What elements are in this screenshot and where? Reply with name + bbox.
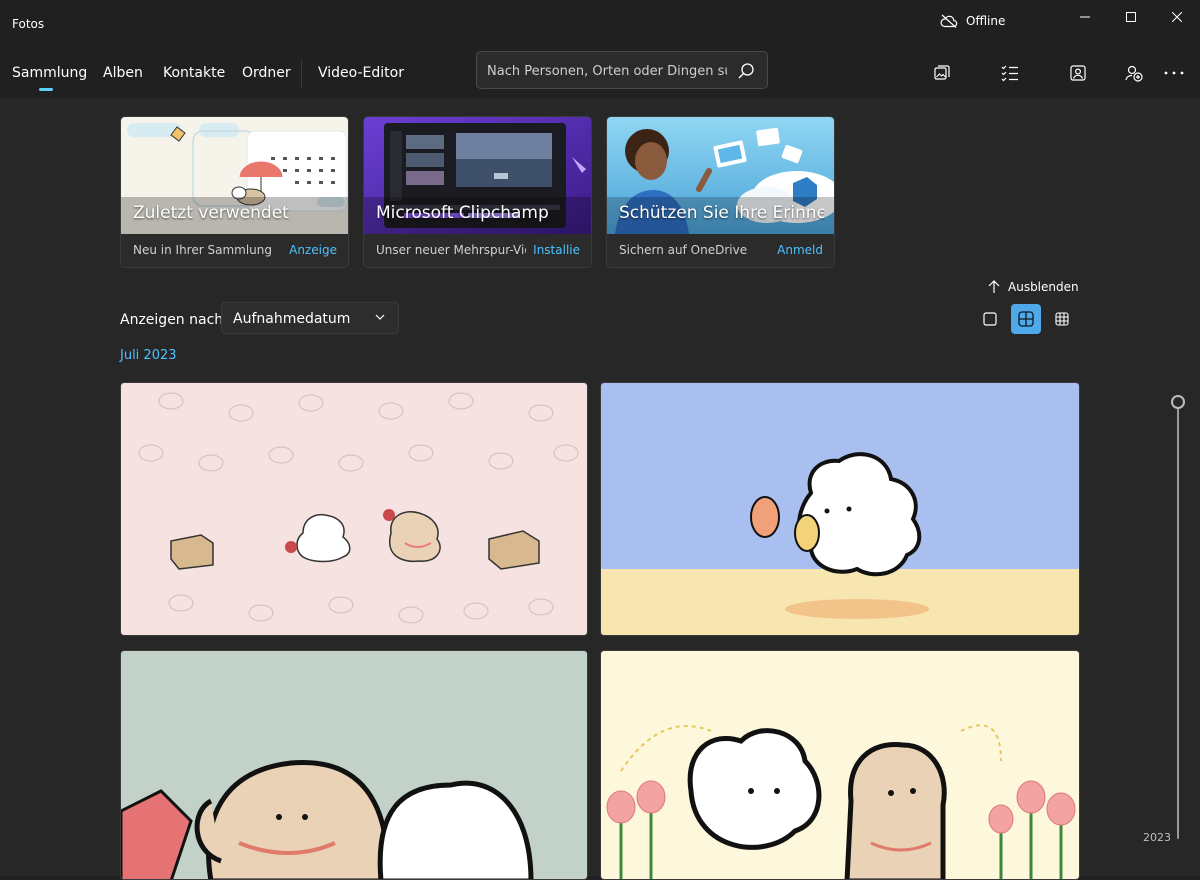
select-icon (1001, 65, 1018, 82)
photo-tile[interactable] (120, 382, 588, 636)
timeline-handle[interactable] (1171, 395, 1185, 409)
photo-image (121, 383, 587, 635)
card-recent[interactable]: Zuletzt verwendet Neu in Ihrer Sammlung … (120, 116, 349, 268)
sort-value: Aufnahmedatum (233, 311, 351, 327)
tab-ordner[interactable]: Ordner (242, 65, 291, 81)
arrow-up-icon (988, 280, 1000, 293)
chevron-down-icon (375, 314, 385, 320)
card-clipchamp[interactable]: Microsoft Clipchamp Unser neuer Mehrspur… (363, 116, 592, 268)
photo-image (601, 383, 1079, 635)
card-onedrive-subtitle: Sichern auf OneDrive (619, 243, 748, 257)
square-icon (983, 312, 997, 326)
view-medium-button[interactable] (1011, 304, 1041, 334)
onedrive-add-icon (1125, 65, 1143, 82)
import-button[interactable] (931, 62, 953, 84)
nav-bar: Sammlung Alben Kontakte Ordner Video-Edi… (0, 48, 1200, 98)
sort-dropdown[interactable]: Aufnahmedatum (221, 302, 399, 334)
card-onedrive[interactable]: Schützen Sie Ihre Erinne... Sichern auf … (606, 116, 835, 268)
import-icon (934, 65, 950, 80)
active-tab-indicator (39, 88, 53, 91)
minimize-button[interactable] (1062, 0, 1108, 34)
card-clipchamp-action[interactable]: Installie (533, 243, 580, 257)
main-content: Zuletzt verwendet Neu in Ihrer Sammlung … (0, 98, 1200, 880)
photo-tile[interactable] (600, 382, 1080, 636)
view-small-button[interactable] (1047, 304, 1077, 334)
photo-tile[interactable] (120, 650, 588, 880)
maximize-icon (1126, 12, 1136, 22)
people-button[interactable] (1067, 62, 1089, 84)
photo-image (121, 651, 587, 879)
card-clipchamp-title: Microsoft Clipchamp (376, 203, 549, 223)
search-box[interactable] (476, 51, 768, 89)
title-bar: Fotos Offline (0, 0, 1200, 48)
tab-kontakte[interactable]: Kontakte (163, 65, 225, 81)
hide-button[interactable]: Ausblenden (988, 280, 1079, 294)
timeline-track[interactable] (1177, 403, 1179, 839)
more-button[interactable] (1163, 62, 1185, 84)
cloud-offline-icon (940, 14, 958, 28)
card-onedrive-title: Schützen Sie Ihre Erinne... (619, 203, 824, 223)
people-icon (1070, 65, 1086, 81)
close-button[interactable] (1154, 0, 1200, 34)
photo-tile[interactable] (600, 650, 1080, 880)
card-onedrive-action[interactable]: Anmeld (777, 243, 823, 257)
card-recent-title: Zuletzt verwendet (133, 203, 289, 223)
sort-label: Anzeigen nach: (120, 312, 228, 328)
offline-status[interactable]: Offline (940, 14, 1005, 28)
month-heading: Juli 2023 (120, 348, 177, 363)
app-title: Fotos (12, 17, 45, 31)
minimize-icon (1080, 16, 1090, 18)
maximize-button[interactable] (1108, 0, 1154, 34)
grid-small-icon (1055, 312, 1069, 326)
nav-divider (301, 60, 302, 88)
tab-video-editor[interactable]: Video-Editor (318, 65, 404, 81)
search-icon[interactable] (737, 62, 755, 80)
card-recent-subtitle: Neu in Ihrer Sammlung (133, 243, 272, 257)
tab-sammlung[interactable]: Sammlung (12, 65, 87, 81)
view-large-button[interactable] (975, 304, 1005, 334)
photo-image (601, 651, 1079, 879)
search-input[interactable] (487, 61, 727, 81)
hide-label: Ausblenden (1008, 280, 1079, 294)
card-clipchamp-subtitle: Unser neuer Mehrspur-Vid... (376, 243, 526, 257)
grid-medium-icon (1018, 311, 1034, 327)
select-button[interactable] (999, 62, 1021, 84)
card-recent-action[interactable]: Anzeige (289, 243, 337, 257)
onedrive-add-button[interactable] (1123, 62, 1145, 84)
more-icon (1164, 71, 1184, 75)
tab-alben[interactable]: Alben (103, 65, 143, 81)
offline-label: Offline (966, 14, 1006, 28)
close-icon (1172, 12, 1182, 22)
timeline-year-label[interactable]: 2023 (1143, 831, 1171, 844)
